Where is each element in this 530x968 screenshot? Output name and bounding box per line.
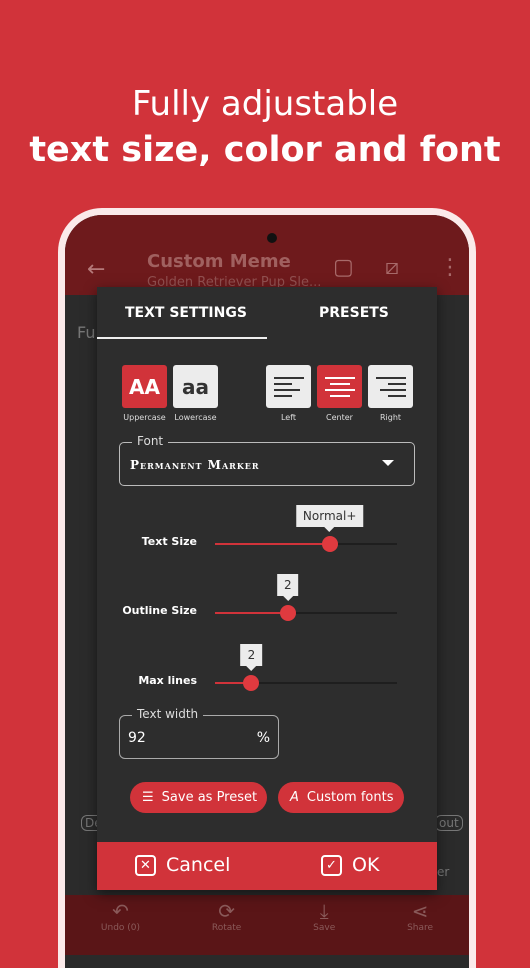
text-width-unit: % — [256, 730, 270, 746]
undo-label: Undo (0) — [100, 923, 141, 933]
custom-font-icon: A — [290, 790, 299, 805]
custom-fonts-button[interactable]: A Custom fonts — [278, 782, 404, 813]
rotate-label: Rotate — [211, 923, 242, 933]
share-label: Share — [407, 923, 434, 933]
dropdown-caret-icon — [382, 460, 394, 466]
max-lines-tooltip: 2 — [240, 644, 263, 671]
text-width-field[interactable]: Text width 92 % — [119, 707, 279, 759]
align-right-button[interactable] — [368, 365, 413, 408]
save-label: Save — [313, 923, 336, 933]
caption-input[interactable]: Fu — [77, 323, 95, 342]
save-as-preset-button[interactable]: ☰ Save as Preset — [130, 782, 267, 813]
text-size-fill — [215, 543, 330, 545]
max-lines-thumb[interactable] — [243, 675, 260, 691]
dialog-actions: ✕ Cancel ✓ OK — [97, 842, 437, 890]
align-left-label: Left — [280, 413, 297, 422]
align-center-label: Center — [326, 413, 353, 422]
cancel-icon: ✕ — [135, 854, 156, 876]
rotate-icon: ⟳ — [218, 899, 235, 923]
frame-icon[interactable]: ▢ — [333, 255, 354, 280]
outline-size-thumb[interactable] — [279, 605, 296, 621]
tab-text-settings[interactable]: TEXT SETTINGS — [125, 305, 247, 321]
text-size-label: Text Size — [141, 535, 197, 548]
max-lines-label: Max lines — [138, 674, 197, 687]
outline-size-fill — [215, 612, 288, 614]
font-label: Font — [132, 434, 169, 448]
custom-fonts-label: Custom fonts — [306, 790, 394, 805]
align-left-button[interactable] — [266, 365, 311, 408]
preset-list-icon: ☰ — [142, 790, 154, 805]
crop-off-icon[interactable]: ⧄ — [385, 255, 399, 280]
save-icon: ⤓ — [319, 899, 329, 923]
back-arrow-icon[interactable]: ← — [87, 257, 105, 282]
align-center-button[interactable] — [317, 365, 362, 408]
align-left-icon — [273, 376, 304, 397]
outline-size-slider[interactable]: 2 — [215, 574, 397, 621]
text-width-label: Text width — [132, 707, 204, 721]
share-button[interactable]: ⋖ Share — [407, 895, 433, 955]
bottom-toolbar: ↶ Undo (0) ⟳ Rotate ⤓ Save ⋖ Share — [65, 895, 469, 955]
align-center-icon — [324, 376, 355, 397]
text-size-thumb[interactable] — [321, 536, 338, 552]
max-lines-slider[interactable]: 2 — [215, 644, 397, 691]
more-vert-icon[interactable]: ⋮ — [439, 255, 461, 280]
app-bar: ← Custom Meme Golden Retriever Pup Sle..… — [65, 215, 469, 295]
text-settings-dialog: TEXT SETTINGS PRESETS AA aa Uppercase Lo… — [97, 287, 437, 890]
font-dropdown[interactable]: Font Permanent Marker — [119, 434, 415, 486]
background-button[interactable]: er — [437, 865, 449, 879]
rotate-button[interactable]: ⟳ Rotate — [212, 895, 241, 955]
camera-notch — [267, 233, 277, 243]
font-value: Permanent Marker — [130, 458, 260, 472]
outline-size-tooltip: 2 — [276, 574, 299, 601]
share-icon: ⋖ — [411, 899, 429, 923]
lowercase-button[interactable]: aa — [173, 365, 218, 408]
outline-size-label: Outline Size — [122, 604, 197, 617]
lowercase-label: Lowercase — [174, 413, 217, 422]
headline-line-1: Fully adjustable — [131, 84, 399, 124]
align-right-label: Right — [379, 413, 402, 422]
text-width-value: 92 — [128, 730, 146, 746]
text-size-slider[interactable]: Normal+ — [215, 505, 397, 552]
tab-presets[interactable]: PRESETS — [319, 305, 389, 321]
cancel-button[interactable]: ✕ Cancel — [135, 854, 230, 876]
app-title: Custom Meme — [147, 251, 291, 272]
uppercase-button[interactable]: AA — [122, 365, 167, 408]
tab-indicator — [97, 337, 267, 339]
text-size-tooltip: Normal+ — [295, 505, 364, 532]
save-button[interactable]: ⤓ Save — [313, 895, 335, 955]
ok-label: OK — [352, 854, 380, 876]
cancel-label: Cancel — [166, 854, 231, 876]
chip-right[interactable]: out — [435, 815, 463, 831]
align-right-icon — [375, 376, 406, 397]
save-as-preset-label: Save as Preset — [161, 790, 258, 805]
headline-line-2: text size, color and font — [29, 130, 501, 170]
check-icon: ✓ — [321, 854, 342, 876]
ok-button[interactable]: ✓ OK — [321, 854, 379, 876]
undo-button[interactable]: ↶ Undo (0) — [101, 895, 140, 955]
uppercase-label: Uppercase — [123, 413, 166, 422]
undo-icon: ↶ — [112, 899, 129, 923]
